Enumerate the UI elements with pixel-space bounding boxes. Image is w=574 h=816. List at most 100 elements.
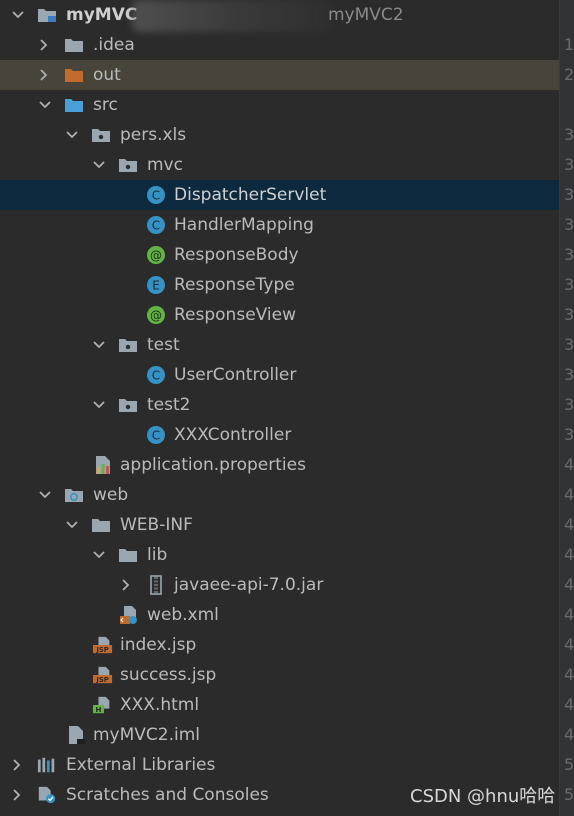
chevron-down-icon[interactable] [11, 0, 25, 30]
csdn-watermark: CSDN @hnu哈哈 [410, 786, 556, 807]
package-icon [91, 125, 111, 145]
tree-row-src[interactable]: src [0, 90, 559, 120]
gutter-line-number: 4 [564, 485, 574, 504]
tree-item-label: out [93, 65, 121, 85]
gutter-line-number: 4 [564, 575, 574, 594]
tree-row-web-xml[interactable]: web.xml [0, 600, 559, 630]
jsp-file-icon: JSP [93, 665, 113, 685]
tree-row-success-jsp[interactable]: JSP success.jsp [0, 660, 559, 690]
annotation-icon: @ [146, 245, 166, 265]
icon-letter: H [95, 705, 101, 714]
project-root-name: myMVC [66, 5, 138, 25]
jsp-file-icon: JSP [93, 635, 113, 655]
jar-archive-icon [146, 575, 166, 595]
tree-item-label: success.jsp [120, 665, 217, 685]
gutter-line-number: 3 [564, 275, 574, 294]
chevron-right-icon[interactable] [37, 30, 51, 60]
gutter-line-number: 4 [564, 605, 574, 624]
tree-row-xxx-html[interactable]: H XXX.html [0, 690, 559, 720]
tree-item-label: test [147, 335, 180, 355]
redacted-path-blur [132, 0, 332, 32]
tree-item-label: myMVC2.iml [93, 725, 201, 745]
gutter-line-number: 4 [564, 635, 574, 654]
tree-row-web-inf[interactable]: WEB-INF [0, 510, 559, 540]
chevron-right-icon[interactable] [10, 750, 24, 780]
tree-row-out[interactable]: out [0, 60, 559, 90]
icon-letter: @ [150, 309, 162, 323]
tree-row-web[interactable]: web [0, 480, 559, 510]
icon-letter: C [152, 429, 160, 443]
enum-icon: E [146, 275, 166, 295]
tree-item-label: HandlerMapping [174, 215, 314, 235]
tree-row-mvc[interactable]: mvc [0, 150, 559, 180]
annotation-icon: @ [146, 305, 166, 325]
tree-item-label: web [93, 485, 129, 505]
tree-row-project-root[interactable]: myMVC myMVC2 [0, 0, 559, 32]
icon-letter: C [152, 219, 160, 233]
gutter-line-number: 5 [564, 785, 574, 804]
chevron-down-icon[interactable] [38, 480, 52, 510]
gutter-line-number: 3 [564, 425, 574, 444]
icon-letter: E [152, 279, 160, 293]
gutter-line-number: 3 [564, 215, 574, 234]
tree-row-responsetype[interactable]: E ResponseType [0, 270, 559, 300]
tree-item-label: External Libraries [66, 755, 216, 775]
tree-row-lib[interactable]: lib [0, 540, 559, 570]
tree-row-test2[interactable]: test2 [0, 390, 559, 420]
tree-row-responsebody[interactable]: @ ResponseBody [0, 240, 559, 270]
chevron-down-icon[interactable] [92, 540, 106, 570]
gutter-line-number: 3 [564, 365, 574, 384]
tree-item-label: DispatcherServlet [174, 185, 327, 205]
gutter-line-number: 1 [564, 35, 574, 54]
chevron-right-icon[interactable] [119, 570, 133, 600]
tree-item-label: ResponseView [174, 305, 296, 325]
gutter-line-number: 4 [564, 695, 574, 714]
tree-row-pers-xls[interactable]: pers.xls [0, 120, 559, 150]
chevron-right-icon[interactable] [37, 60, 51, 90]
tree-item-label: application.properties [120, 455, 306, 475]
tree-row-application-properties[interactable]: application.properties [0, 450, 559, 480]
tree-item-label: WEB-INF [120, 515, 193, 535]
icon-letter: @ [150, 249, 162, 263]
class-icon: C [146, 425, 166, 445]
folder-icon [91, 515, 111, 535]
class-icon: C [146, 365, 166, 385]
tree-item-label: src [93, 95, 118, 115]
gutter-line-number: 5 [564, 755, 574, 774]
tree-item-label: index.jsp [120, 635, 197, 655]
folder-icon [118, 545, 138, 565]
gutter-line-number: 3 [564, 125, 574, 144]
tree-row-iml[interactable]: myMVC2.iml [0, 720, 559, 750]
tree-row-idea[interactable]: .idea [0, 30, 559, 60]
tree-row-index-jsp[interactable]: JSP index.jsp [0, 630, 559, 660]
project-tree: myMVC myMVC2 .idea out src pers.xls mvc … [0, 0, 559, 816]
chevron-down-icon[interactable] [65, 120, 79, 150]
tree-row-usercontroller[interactable]: C UserController [0, 360, 559, 390]
tree-row-external-libraries[interactable]: External Libraries [0, 750, 559, 780]
class-icon: C [146, 215, 166, 235]
icon-letter: C [152, 189, 160, 203]
editor-gutter: 1 2 3 3 3 3 3 3 3 3 3 3 3 4 4 4 4 4 4 4 … [559, 0, 574, 816]
tree-item-label: Scratches and Consoles [66, 785, 269, 805]
tree-row-handlermapping[interactable]: C HandlerMapping [0, 210, 559, 240]
libraries-icon [37, 755, 57, 775]
chevron-right-icon[interactable] [10, 780, 24, 810]
tree-row-test[interactable]: test [0, 330, 559, 360]
tree-item-label: XXX.html [120, 695, 200, 715]
tree-row-responseview[interactable]: @ ResponseView [0, 300, 559, 330]
tree-row-dispatcherservlet[interactable]: C DispatcherServlet [0, 180, 559, 210]
chevron-down-icon[interactable] [92, 390, 106, 420]
scratches-icon [37, 785, 57, 805]
chevron-down-icon[interactable] [92, 150, 106, 180]
chevron-down-icon[interactable] [65, 510, 79, 540]
project-root-suffix: myMVC2 [328, 5, 404, 25]
tree-item-label: test2 [147, 395, 191, 415]
package-icon [118, 155, 138, 175]
tree-row-xxxcontroller[interactable]: C XXXController [0, 420, 559, 450]
tree-item-label: lib [147, 545, 168, 565]
chevron-down-icon[interactable] [38, 90, 52, 120]
html-file-icon: H [93, 695, 113, 715]
tree-row-jar[interactable]: javaee-api-7.0.jar [0, 570, 559, 600]
chevron-down-icon[interactable] [92, 330, 106, 360]
gutter-line-number: 3 [564, 245, 574, 264]
